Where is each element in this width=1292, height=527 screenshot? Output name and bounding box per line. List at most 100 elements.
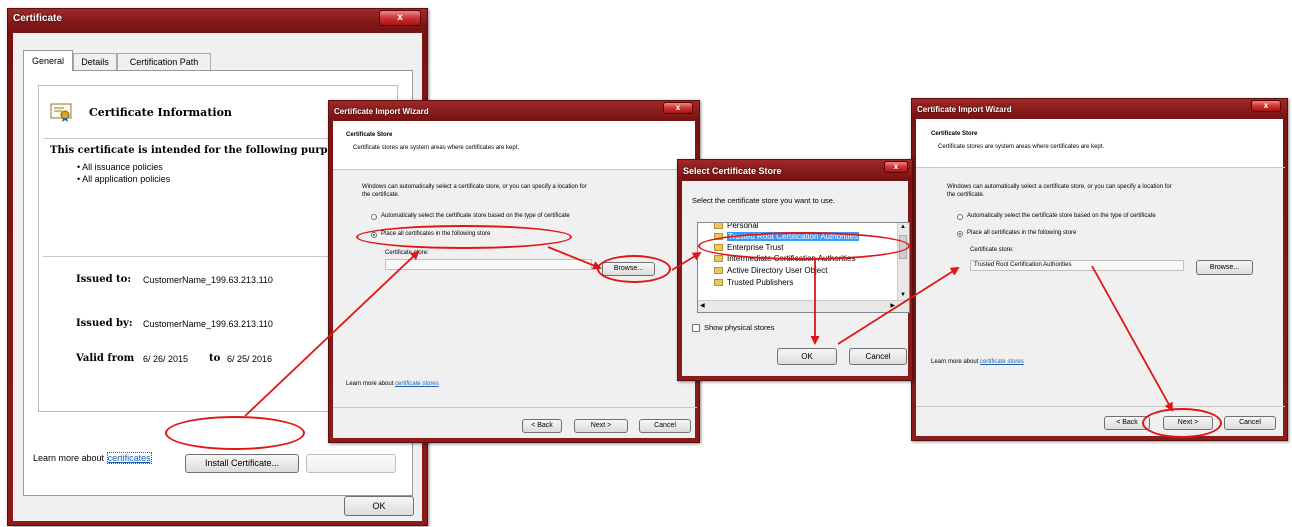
select-store-client: Select the certificate store you want to… [682,181,910,376]
show-physical-label: Show physical stores [704,323,775,332]
folder-icon [714,267,723,275]
scroll-right-icon[interactable]: ▶ [890,302,895,309]
store-list-item-label: Active Directory User Object [727,266,828,275]
wizard-next-label: Next > [590,422,612,429]
wizard-2-certificate-store-field[interactable]: Trusted Root Certification Authorities [970,260,1184,271]
store-list-item[interactable]: Enterprise Trust [714,243,783,252]
browse-label: Browse... [613,265,644,272]
import-wizard-window: Certificate Import Wizard x Certificate … [328,100,700,443]
wizard-2-browse-button[interactable]: Browse... [1196,260,1253,275]
wizard-2-footer-divider [916,406,1285,407]
store-list-item-selected[interactable]: Trusted Root Certification Authorities [714,232,859,241]
learn-more-label: Learn more about [33,453,105,463]
wizard-2-back-label: < Back [1116,419,1138,426]
scrollbar-thumb[interactable] [899,235,907,259]
store-list-item-label: Trusted Publishers [727,278,794,287]
wizard-back-button[interactable]: < Back [522,419,562,433]
store-list-item-label: Personal [727,222,759,230]
select-store-close-button[interactable]: x [884,161,908,173]
import-wizard-2-titlebar: Certificate Import Wizard x [912,99,1287,121]
wizard-header-divider [333,169,697,170]
tab-general-label: General [31,56,65,66]
issuer-statement-button[interactable] [306,454,396,473]
tab-details-label: Details [81,57,109,67]
import-wizard-close-button[interactable]: x [663,102,693,114]
certificate-ok-button[interactable]: OK [344,496,414,516]
tab-general[interactable]: General [23,50,73,71]
scroll-left-icon[interactable]: ◀ [700,302,705,309]
store-list-item[interactable]: Personal [714,222,759,230]
import-wizard-2-title: Certificate Import Wizard [917,105,1012,114]
wizard-2-header-divider [916,167,1285,168]
wizard-footer-divider [333,407,697,408]
tab-details[interactable]: Details [73,53,117,71]
select-store-cancel-label: Cancel [865,352,891,361]
wizard-2-back-button[interactable]: < Back [1104,416,1150,430]
certificate-info-title: Certificate Information [89,106,232,119]
wizard-next-button[interactable]: Next > [574,419,628,433]
place-in-store-radio[interactable] [371,232,377,238]
select-store-ok-button[interactable]: OK [777,348,837,365]
import-wizard-title: Certificate Import Wizard [334,107,429,116]
wizard-2-description-line2: the certificate. [947,192,985,198]
wizard-2-auto-select-radio[interactable] [957,214,963,220]
wizard-learn-more-label: Learn more about [346,381,394,387]
folder-icon [714,244,723,252]
wizard-2-store-value: Trusted Root Certification Authorities [974,262,1072,268]
auto-select-label: Automatically select the certificate sto… [381,213,570,219]
certificates-link[interactable]: certificates [106,452,152,464]
store-list-item-label: Enterprise Trust [727,243,784,252]
wizard-2-next-label: Next > [1177,419,1199,426]
show-physical-checkbox[interactable] [692,324,700,332]
wizard-cancel-label: Cancel [654,422,676,429]
store-list-horizontal-scrollbar[interactable]: ◀ ▶ [698,300,909,312]
certificate-stores-link[interactable]: certificate stores [395,381,439,387]
select-store-cancel-button[interactable]: Cancel [849,348,907,365]
purpose-item: • All application policies [77,174,171,184]
browse-button[interactable]: Browse... [602,262,655,276]
certificate-close-button[interactable]: x [379,10,421,26]
certificate-ok-label: OK [372,501,386,511]
install-certificate-label: Install Certificate... [204,458,280,468]
select-store-window: Select Certificate Store x Select the ce… [677,159,913,381]
tab-certification-path-label: Certification Path [129,57,199,67]
store-list-item[interactable]: Intermediate Certification Authorities [714,254,856,263]
valid-to-label: to [209,353,221,364]
scroll-down-icon[interactable]: ▼ [900,292,906,298]
wizard-2-next-button[interactable]: Next > [1163,416,1213,430]
wizard-2-description-line1: Windows can automatically select a certi… [947,184,1172,190]
tab-certification-path[interactable]: Certification Path [117,53,211,71]
wizard-2-auto-select-label: Automatically select the certificate sto… [967,213,1156,219]
store-list[interactable]: Personal Trusted Root Certification Auth… [697,222,910,313]
valid-from-value: 6/ 26/ 2015 [143,354,189,364]
wizard-2-place-in-store-radio[interactable] [957,231,963,237]
import-wizard-2-client: Certificate Store Certificate stores are… [916,119,1285,436]
scroll-up-icon[interactable]: ▲ [900,224,906,230]
store-list-item-label: Intermediate Certification Authorities [727,254,856,263]
wizard-2-certificate-store-label: Certificate store: [970,247,1014,253]
place-in-store-label: Place all certificates in the following … [381,231,491,237]
store-list-item[interactable]: Trusted Publishers [714,278,793,287]
certificate-store-field[interactable] [385,259,592,270]
purpose-item: • All issuance policies [77,162,163,172]
wizard-heading: Certificate Store [346,132,393,138]
wizard-2-cancel-button[interactable]: Cancel [1224,416,1276,430]
select-store-prompt: Select the certificate store you want to… [692,196,835,205]
folder-icon [714,223,723,230]
import-wizard-2-close-button[interactable]: x [1251,100,1281,112]
store-list-item[interactable]: Active Directory User Object [714,266,827,275]
wizard-2-browse-label: Browse... [1209,264,1240,271]
select-store-titlebar: Select Certificate Store x [678,160,912,182]
wizard-2-heading: Certificate Store [931,131,978,137]
select-store-ok-label: OK [801,352,813,361]
wizard-back-label: < Back [531,422,553,429]
folder-icon [714,233,723,241]
store-list-vertical-scrollbar[interactable]: ▲ ▼ [897,223,909,301]
install-certificate-button[interactable]: Install Certificate... [185,454,299,473]
intended-purposes-heading: This certificate is intended for the fol… [50,145,328,156]
auto-select-radio[interactable] [371,214,377,220]
valid-from-label: Valid from [76,353,135,364]
wizard-2-certificate-stores-link[interactable]: certificate stores [980,359,1024,365]
certificate-titlebar: Certificate x [8,9,427,31]
wizard-cancel-button[interactable]: Cancel [639,419,691,433]
